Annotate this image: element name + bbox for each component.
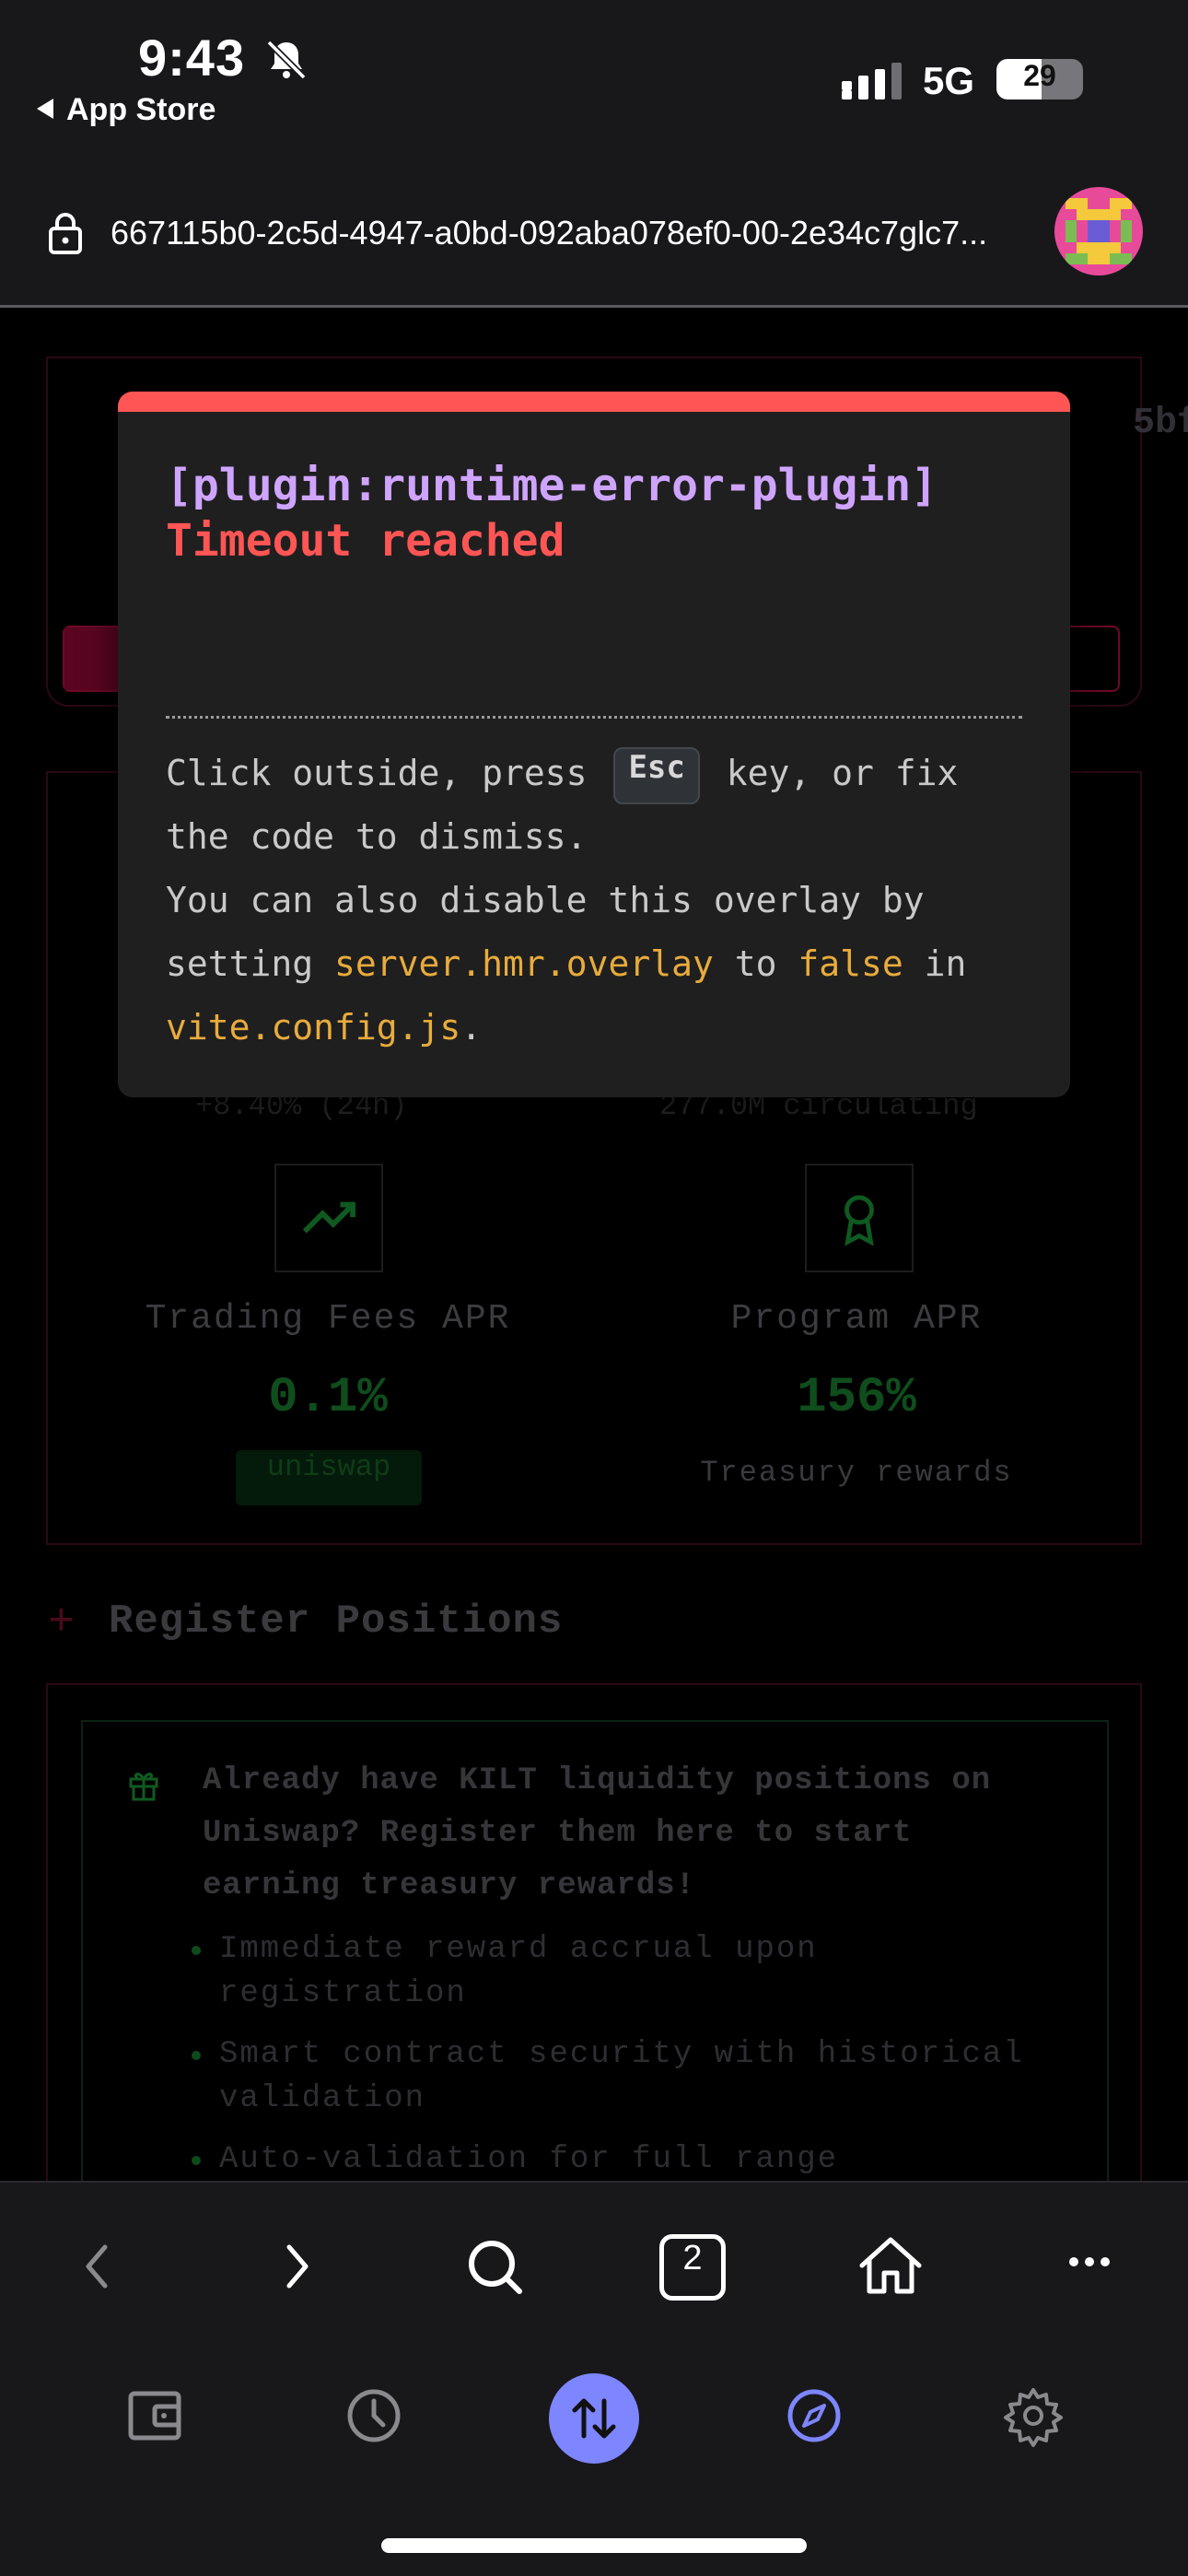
chevron-right-icon[interactable] (254, 2225, 337, 2308)
gift-icon (129, 1773, 158, 1801)
tip-text: to (713, 943, 798, 984)
back-to-app-store[interactable]: App Store (37, 92, 215, 128)
list-item: Immediate reward accrual upon registrati… (192, 1927, 1048, 2016)
trending-up-icon (274, 1164, 383, 1272)
bullet-text: Smart contract security with historical … (219, 2037, 1024, 2116)
program-apr-value: 156% (797, 1370, 916, 1426)
signal-icon (842, 63, 902, 100)
esc-key: Esc (613, 746, 700, 804)
ghost-text: 5bf (1133, 403, 1188, 444)
tabs-button[interactable]: 2 (659, 2234, 726, 2301)
error-plugin-name: [plugin:runtime-error-plugin] (166, 460, 938, 511)
tip-text: Click outside, press (166, 753, 609, 793)
bullet-dot (192, 1946, 201, 1955)
status-bar: 9:43 App Store 5G 29 (0, 0, 1188, 147)
battery-level: 29 (1023, 59, 1056, 92)
avatar[interactable] (1054, 187, 1143, 275)
more-icon[interactable] (1048, 2225, 1131, 2308)
swap-icon (572, 2398, 616, 2439)
back-triangle-icon (37, 99, 53, 119)
network-type: 5G (923, 59, 975, 102)
home-icon[interactable] (849, 2225, 932, 2308)
search-icon[interactable] (453, 2225, 536, 2308)
url-text[interactable]: 667115b0-2c5d-4947-a0bd-092aba078ef0-00-… (111, 214, 1013, 252)
bullet-dot (192, 2051, 201, 2060)
plus-icon: + (48, 1598, 75, 1648)
lock-icon (49, 213, 82, 254)
uniswap-badge: uniswap (236, 1450, 422, 1505)
tip-text: in (903, 943, 967, 984)
battery-cap (1077, 71, 1083, 88)
error-overlay[interactable]: [plugin:runtime-error-plugin] Timeout re… (118, 392, 1070, 1097)
divider (166, 716, 1022, 719)
battery-icon: 29 (996, 59, 1083, 100)
wallet-icon[interactable] (122, 2383, 188, 2449)
program-apr-label: Program APR (730, 1299, 983, 1339)
register-headline: Already have KILT liquidity positions on… (203, 1763, 992, 1903)
swap-button[interactable] (549, 2373, 639, 2464)
clock-icon[interactable] (341, 2383, 407, 2449)
bullet-text: Immediate reward accrual upon registrati… (219, 1932, 818, 2011)
home-indicator (381, 2538, 807, 2553)
tip-text: . (460, 1007, 483, 1048)
config-key: server.hmr.overlay (334, 943, 714, 984)
error-tip: Click outside, press Esc key, or fix the… (166, 742, 1031, 1060)
bullet-text: Auto-validation for full range (219, 2142, 839, 2177)
list-item: Smart contract security with historical … (192, 2032, 1048, 2121)
error-message: Timeout reached (166, 515, 565, 567)
register-positions-title: Register Positions (109, 1598, 564, 1645)
gear-icon[interactable] (1000, 2383, 1066, 2449)
trading-fees-value: 0.1% (268, 1370, 388, 1426)
clock: 9:43 (138, 29, 246, 87)
compass-icon[interactable] (781, 2383, 847, 2449)
back-app-label: App Store (66, 92, 216, 127)
treasury-rewards-note: Treasury rewards (700, 1456, 1013, 1490)
bullet-dot (192, 2156, 201, 2165)
trading-fees-label: Trading Fees APR (145, 1299, 511, 1339)
bell-slash-icon (266, 40, 307, 80)
address-bar[interactable]: 667115b0-2c5d-4947-a0bd-092aba078ef0-00-… (0, 147, 1188, 308)
config-value: false (798, 943, 903, 984)
award-icon (805, 1164, 914, 1272)
list-item: Auto-validation for full range (192, 2137, 1048, 2181)
chevron-left-icon[interactable] (57, 2225, 140, 2308)
config-file: vite.config.js (166, 1007, 461, 1048)
